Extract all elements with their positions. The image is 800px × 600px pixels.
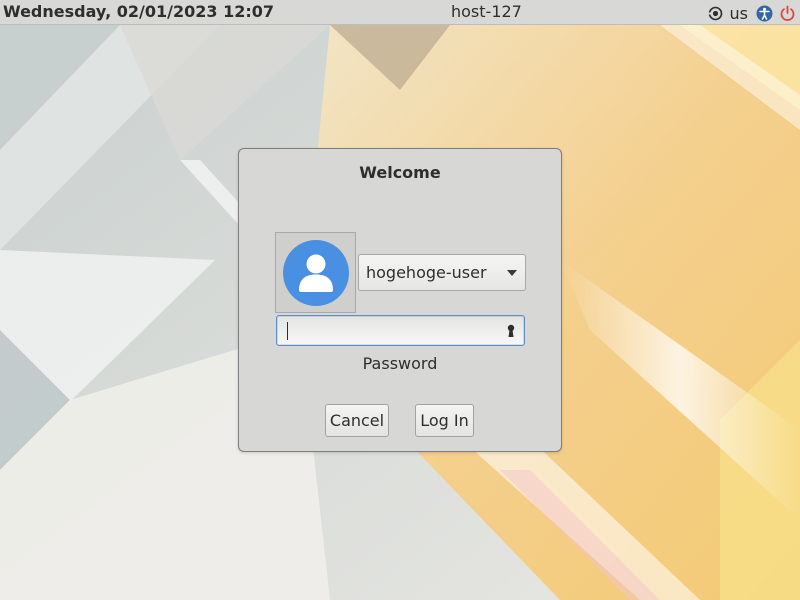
login-dialog: Welcome hogehoge-user Password Cancel Lo… xyxy=(238,148,562,452)
clock[interactable]: Wednesday, 02/01/2023 12:07 xyxy=(3,2,274,21)
network-icon[interactable] xyxy=(707,5,724,22)
user-avatar xyxy=(275,232,356,313)
hostname: host-127 xyxy=(451,2,522,21)
password-input[interactable] xyxy=(276,315,525,346)
cancel-button[interactable]: Cancel xyxy=(325,404,389,437)
keyboard-layout-indicator[interactable]: us xyxy=(730,4,748,23)
user-avatar-icon xyxy=(282,239,349,306)
text-cursor xyxy=(287,322,288,340)
accessibility-icon[interactable] xyxy=(756,5,773,22)
top-panel: Wednesday, 02/01/2023 12:07 host-127 us xyxy=(0,0,800,25)
power-icon[interactable] xyxy=(779,5,796,22)
keyhole-icon xyxy=(507,324,515,337)
chevron-down-icon xyxy=(507,270,517,276)
selected-user: hogehoge-user xyxy=(366,263,487,282)
login-screen: Wednesday, 02/01/2023 12:07 host-127 us xyxy=(0,0,800,600)
password-label: Password xyxy=(362,354,438,373)
system-tray: us xyxy=(707,3,796,23)
user-select[interactable]: hogehoge-user xyxy=(358,254,526,291)
dialog-title: Welcome xyxy=(359,163,441,182)
login-button[interactable]: Log In xyxy=(415,404,474,437)
